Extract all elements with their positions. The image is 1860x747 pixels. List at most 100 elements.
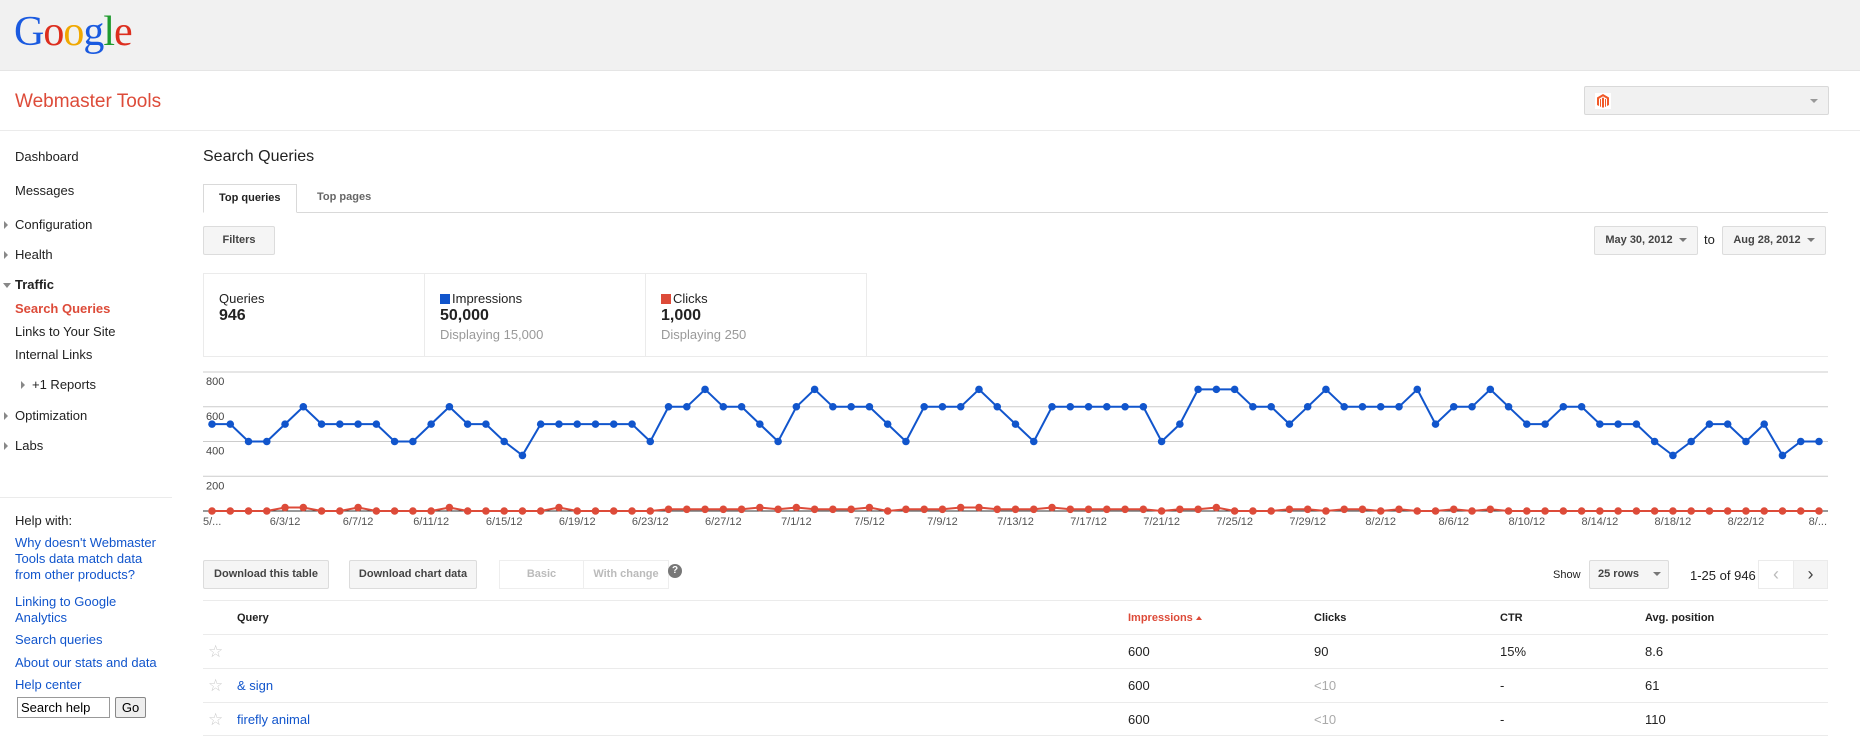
column-header-clicks[interactable]: Clicks: [1314, 601, 1346, 635]
clicks-point: [1285, 505, 1294, 514]
date-from-picker[interactable]: May 30, 2012: [1594, 226, 1698, 255]
clicks-point: [518, 507, 527, 515]
impressions-point: [518, 451, 527, 460]
x-tick-label: 6/27/12: [705, 516, 742, 528]
collapsed-triangle-icon[interactable]: [4, 442, 8, 450]
summary-queries: Queries 946: [204, 274, 425, 356]
impressions-point: [1084, 402, 1093, 411]
sidebar-item-search-queries[interactable]: Search Queries: [15, 301, 110, 316]
column-header-query[interactable]: Query: [237, 601, 269, 635]
impressions-point: [1176, 420, 1184, 428]
clicks-point: [427, 507, 435, 515]
sidebar-item-label: Dashboard: [15, 149, 79, 164]
sidebar-item-configuration[interactable]: Configuration: [4, 217, 92, 232]
collapsed-triangle-icon[interactable]: [21, 381, 25, 389]
impressions-point: [1796, 437, 1805, 446]
pagination: ‹ ›: [1758, 560, 1828, 589]
impressions-point: [208, 420, 216, 428]
help-question-icon[interactable]: ?: [668, 564, 682, 578]
impressions-legend-swatch: [440, 294, 450, 304]
y-tick-label: 400: [206, 446, 224, 458]
impressions-point: [1157, 437, 1166, 446]
sidebar-item-dashboard[interactable]: Dashboard: [15, 149, 79, 164]
filters-button[interactable]: Filters: [203, 226, 275, 255]
sidebar-item-messages[interactable]: Messages: [15, 183, 74, 198]
collapsed-triangle-icon[interactable]: [4, 221, 8, 229]
clicks-point: [938, 505, 947, 514]
clicks-point: [1796, 507, 1805, 515]
app-title[interactable]: Webmaster Tools: [15, 91, 161, 113]
sidebar-item-internal-links[interactable]: Internal Links: [15, 347, 92, 362]
help-go-button[interactable]: Go: [115, 697, 146, 718]
summary-impressions[interactable]: Impressions 50,000 Displaying 15,000: [425, 274, 646, 356]
impressions-point: [445, 402, 454, 411]
site-selector-dropdown[interactable]: [1584, 86, 1829, 115]
download-table-button[interactable]: Download this table: [203, 560, 329, 589]
sidebar-item-traffic[interactable]: Traffic: [3, 277, 54, 292]
column-header-avg-position[interactable]: Avg. position: [1645, 601, 1714, 635]
summary-clicks[interactable]: Clicks 1,000 Displaying 250: [646, 274, 867, 356]
rows-per-page-select[interactable]: 25 rows: [1589, 560, 1669, 589]
sidebar-item-label: Optimization: [15, 408, 88, 423]
y-tick-label: 200: [206, 480, 224, 492]
x-tick-label: 6/11/12: [413, 516, 449, 528]
clicks-point: [883, 507, 892, 515]
clicks-point: [1358, 505, 1367, 514]
clicks-point: [1632, 507, 1641, 515]
sidebar-item-labs[interactable]: Labs: [4, 438, 43, 453]
impressions-point: [719, 402, 728, 411]
x-tick-label: 8/...: [1809, 516, 1827, 528]
ctr-cell: -: [1500, 678, 1505, 693]
date-range-to-label: to: [1704, 232, 1715, 247]
previous-page-button[interactable]: ‹: [1759, 561, 1793, 588]
help-link[interactable]: About our stats and data: [15, 655, 165, 671]
help-link[interactable]: Linking to Google Analytics: [15, 594, 165, 626]
column-header-impressions[interactable]: Impressions: [1128, 601, 1202, 635]
clicks-point: [1249, 507, 1257, 515]
clicks-point: [1084, 505, 1093, 514]
collapsed-triangle-icon[interactable]: [4, 412, 8, 420]
sidebar-item-label: Messages: [15, 183, 75, 198]
impressions-point: [1249, 402, 1257, 411]
google-logo[interactable]: Google: [14, 8, 133, 56]
clicks-point: [1815, 507, 1823, 515]
queries-table: Query Impressions Clicks CTR Avg. positi…: [203, 600, 1828, 736]
query-link[interactable]: firefly animal: [237, 703, 310, 737]
clicks-point: [609, 507, 618, 515]
help-link[interactable]: Why doesn't Webmaster Tools data match d…: [15, 535, 165, 583]
date-from-value: May 30, 2012: [1605, 234, 1673, 246]
sidebar-item-optimization[interactable]: Optimization: [4, 408, 88, 423]
help-link[interactable]: Help center: [15, 677, 165, 693]
tab-top-queries[interactable]: Top queries: [203, 184, 297, 213]
clicks-point: [1029, 505, 1038, 514]
sidebar-item-health[interactable]: Health: [4, 247, 53, 262]
pagination-text: 1-25 of 946: [1690, 568, 1756, 583]
x-tick-label: 6/19/12: [559, 516, 596, 528]
next-page-button[interactable]: ›: [1793, 561, 1827, 588]
search-queries-chart: 200 400 600 800 5/... 6/3/12 6/7/12 6/11/12 6/15…: [203, 371, 1828, 528]
clicks-point: [975, 503, 983, 512]
clicks-legend-swatch: [661, 294, 671, 304]
help-search-input[interactable]: [17, 697, 110, 718]
column-header-ctr[interactable]: CTR: [1500, 601, 1523, 635]
x-tick-label: 6/15/12: [486, 516, 523, 528]
expanded-triangle-icon[interactable]: [3, 283, 11, 288]
impressions-point: [1632, 420, 1641, 428]
sidebar-item-links-to-your-site[interactable]: Links to Your Site: [15, 324, 115, 339]
date-to-picker[interactable]: Aug 28, 2012: [1722, 226, 1826, 255]
download-chart-data-button[interactable]: Download chart data: [349, 560, 477, 589]
with-change-view-button[interactable]: With change: [584, 561, 668, 588]
tab-top-pages[interactable]: Top pages: [302, 184, 386, 213]
star-icon[interactable]: ☆: [208, 635, 223, 669]
clicks-point: [500, 507, 508, 515]
sidebar-item-1-reports[interactable]: +1 Reports: [21, 377, 96, 392]
query-link[interactable]: & sign: [237, 669, 273, 703]
help-link[interactable]: Search queries: [15, 632, 165, 648]
star-icon[interactable]: ☆: [208, 703, 223, 737]
collapsed-triangle-icon[interactable]: [4, 251, 8, 259]
impressions-point: [920, 402, 928, 411]
star-icon[interactable]: ☆: [208, 669, 223, 703]
basic-view-button[interactable]: Basic: [500, 561, 584, 588]
clicks-point: [920, 505, 928, 514]
clicks-point: [409, 507, 417, 515]
